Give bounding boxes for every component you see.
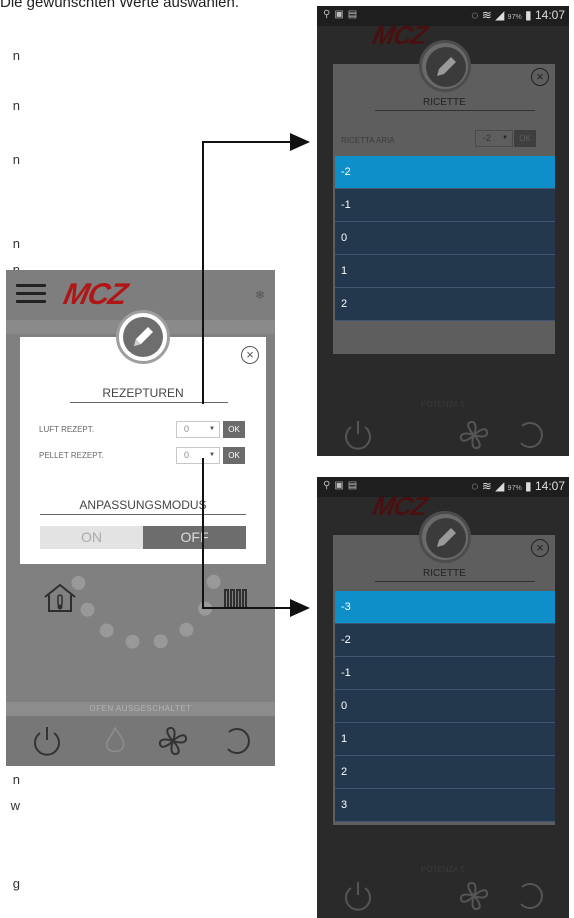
flame-icon[interactable] (98, 724, 132, 758)
refresh-icon[interactable] (220, 724, 254, 758)
dropdown-option[interactable]: 1 (335, 723, 555, 756)
fan-icon[interactable] (457, 879, 491, 913)
fan-icon[interactable] (457, 418, 491, 452)
air-recipe-select[interactable]: 0 ▼ (176, 421, 220, 438)
pellet-recipe-dropdown[interactable]: -3 -2 -1 0 1 2 3 (335, 591, 555, 822)
status-right: ◌ ≋ ◢ 97% ▮ 14:07 (471, 8, 565, 22)
dropdown-option[interactable]: -1 (335, 657, 555, 690)
manual-text-fragment: g (12, 876, 20, 891)
android-status-bar: ⚲▣▤ ◌ ≋ ◢ 97% ▮ 14:07 (317, 477, 569, 497)
air-recipe-dropdown[interactable]: -2 -1 0 1 2 (335, 156, 555, 321)
manual-text-fragment: n (12, 48, 20, 63)
edit-badge (419, 511, 471, 563)
dropdown-option[interactable]: -3 (335, 591, 555, 624)
phone-screen-air-recipe: ⚲▣▤ ◌ ≋ ◢ 97% ▮ 14:07 MCZ × RICETTE RICE… (317, 6, 569, 456)
power-icon[interactable] (30, 724, 64, 758)
refresh-icon[interactable] (513, 418, 547, 452)
edit-badge (419, 40, 471, 92)
section-title-mode: ANPASSUNGSMODUS (79, 498, 207, 512)
close-icon[interactable]: × (241, 346, 259, 364)
manual-text-fragment: n (12, 98, 20, 113)
dropdown-option[interactable]: -2 (335, 624, 555, 657)
fan-icon[interactable] (156, 724, 190, 758)
dropdown-option[interactable]: -1 (335, 189, 555, 222)
recipes-dialog: × REZEPTUREN LUFT REZEPT. 0 ▼ OK PELLET R… (20, 310, 266, 564)
dropdown-option[interactable]: 0 (335, 222, 555, 255)
pencil-icon (426, 518, 466, 558)
manual-text-fragment: w (10, 798, 20, 813)
dropdown-option[interactable]: 3 (335, 789, 555, 822)
clock: 14:07 (534, 479, 565, 493)
hamburger-menu-icon[interactable] (16, 284, 46, 304)
air-recipe-ok-button[interactable]: OK (514, 130, 536, 147)
pencil-icon (426, 47, 466, 87)
edit-badge (116, 310, 170, 364)
notification-icons: ⚲▣▤ (323, 480, 362, 491)
pencil-icon (123, 317, 163, 357)
mcz-logo: MCZ (369, 491, 430, 521)
notification-icons: ⚲▣▤ (323, 9, 362, 20)
radiator-icon[interactable] (222, 588, 252, 610)
stove-status-text: OFEN AUSGESCHALTET (6, 702, 275, 716)
phone-screen-pellet-recipe: ⚲▣▤ ◌ ≋ ◢ 97% ▮ 14:07 MCZ × RICETTE -3 -2… (317, 477, 569, 918)
section-divider (375, 581, 535, 582)
android-status-bar: ⚲▣▤ ◌ ≋ ◢ 97% ▮ 14:07 (317, 6, 569, 26)
pellet-recipe-label: PELLET REZEPT. (39, 451, 104, 460)
bottom-toolbar (317, 414, 569, 454)
main-phone-screen: MCZ ❄ OFEN AUSGESCHALTET × REZEPTUREN LU… (6, 270, 275, 766)
manual-caption: Die gewünschten Werte auswählen. (0, 0, 240, 11)
air-recipe-label: RICETTA ARIA (341, 136, 395, 145)
power-level-label: POTENZA 5 (420, 400, 465, 409)
dropdown-option[interactable]: 0 (335, 690, 555, 723)
bottom-toolbar (6, 716, 275, 766)
manual-text-fragment: n (12, 236, 20, 251)
house-thermometer-icon[interactable] (42, 582, 78, 614)
section-divider (70, 402, 228, 403)
section-divider (375, 110, 535, 111)
pellet-recipe-select[interactable]: 0 ▼ (176, 447, 220, 464)
dropdown-option[interactable]: 1 (335, 255, 555, 288)
snowflake-icon[interactable]: ❄ (255, 288, 265, 302)
bottom-toolbar (317, 877, 569, 917)
clock: 14:07 (534, 8, 565, 22)
toggle-on-option[interactable]: ON (40, 526, 143, 549)
dropdown-option[interactable]: 2 (335, 756, 555, 789)
power-icon[interactable] (341, 418, 375, 452)
dropdown-option[interactable]: -2 (335, 156, 555, 189)
toggle-off-option[interactable]: OFF (143, 526, 246, 549)
mcz-logo: MCZ (369, 20, 430, 50)
section-divider (40, 514, 246, 515)
close-icon[interactable]: × (531, 539, 549, 557)
adaptive-mode-toggle[interactable]: ON OFF (40, 526, 246, 549)
section-title-ricette: RICETTE (423, 97, 466, 108)
manual-text-fragment: n (12, 152, 20, 167)
power-icon[interactable] (341, 879, 375, 913)
manual-text-fragment: n (12, 772, 20, 787)
air-recipe-select[interactable]: -2 ▼ (475, 130, 513, 147)
close-icon[interactable]: × (531, 68, 549, 86)
air-recipe-label: LUFT REZEPT. (39, 425, 94, 434)
section-title-ricette: RICETTE (423, 568, 466, 579)
refresh-icon[interactable] (513, 879, 547, 913)
power-level-label: POTENZA 5 (420, 865, 465, 874)
mcz-logo: MCZ (60, 278, 130, 311)
status-right: ◌ ≋ ◢ 97% ▮ 14:07 (471, 479, 565, 493)
dropdown-option[interactable]: 2 (335, 288, 555, 321)
pellet-recipe-ok-button[interactable]: OK (223, 447, 245, 464)
section-title-recipes: REZEPTUREN (102, 386, 184, 400)
air-recipe-ok-button[interactable]: OK (223, 421, 245, 438)
